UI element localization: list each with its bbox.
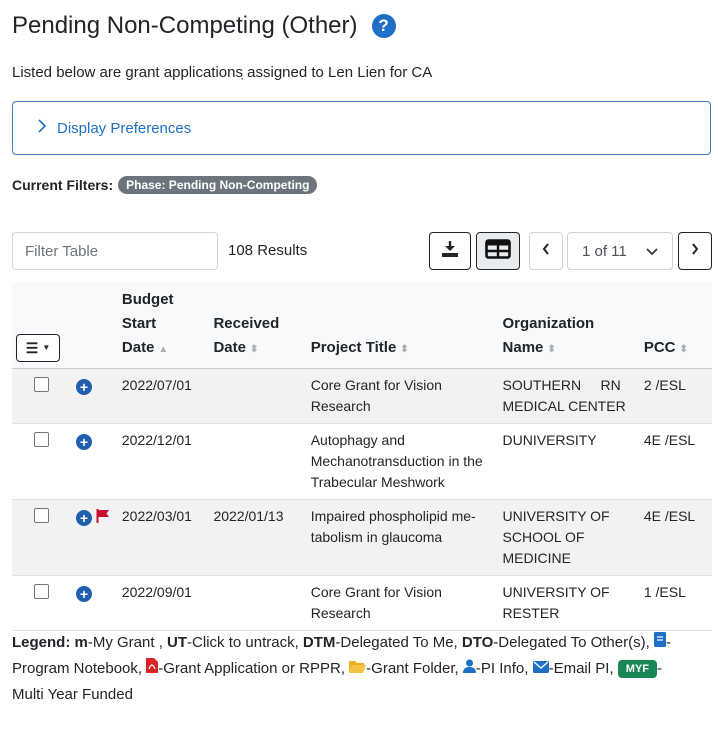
project-title: Autophagy and Mechanotransduction in the T… — [304, 423, 497, 500]
sort-icon: ⬍ — [679, 344, 688, 355]
budget-start-date: 2022/12/01 — [115, 423, 208, 500]
chevron-right-icon — [37, 118, 47, 138]
received-date — [207, 575, 305, 631]
chevron-down-icon — [646, 243, 658, 260]
row-checkbox[interactable] — [34, 432, 49, 447]
row-checkbox[interactable] — [34, 508, 49, 523]
help-icon[interactable]: ? — [371, 14, 396, 38]
project-title: Core Grant for Vision Research — [304, 368, 497, 424]
notebook-icon — [653, 630, 666, 656]
header-received-date[interactable]: Received Date ⬍ — [207, 282, 305, 369]
expand-row-icon[interactable]: + — [76, 510, 92, 526]
project-title: Core Grant for Vision Research — [304, 575, 497, 631]
received-date — [207, 368, 305, 424]
current-filters: Current Filters: Phase: Pending Non-Comp… — [12, 176, 318, 194]
header-project-title[interactable]: Project Title ⬍ — [304, 282, 497, 369]
display-preferences-toggle[interactable]: Display Preferences — [12, 101, 711, 155]
download-icon — [441, 240, 459, 263]
budget-start-date: 2022/09/01 — [115, 575, 208, 631]
current-filters-label: Current Filters: — [12, 177, 114, 193]
pcc: 4E /ESL — [637, 499, 712, 576]
page-title: Pending Non-Competing (Other) — [12, 12, 358, 39]
organization-name: UNIVERSITY OF SCHOOL OF MEDICINE — [496, 499, 638, 576]
table-grid-icon — [485, 238, 511, 264]
flag-icon — [96, 509, 110, 526]
filter-table-input[interactable] — [12, 232, 218, 270]
expand-header — [66, 282, 116, 369]
page-select[interactable]: 1 of 11 — [567, 232, 673, 270]
project-title: Impaired phospholipid me-tabolism in gla… — [304, 499, 497, 576]
header-budget-start-date[interactable]: Budget Start Date ▲ — [115, 282, 208, 369]
column-menu-header: ☰ ▼ — [12, 282, 66, 369]
pcc: 4E /ESL — [637, 423, 712, 500]
expand-row-icon[interactable]: + — [76, 586, 92, 602]
person-icon — [462, 656, 476, 682]
table-header-row: ☰ ▼ Budget Start Date ▲ Received Date ⬍ Pr… — [12, 282, 712, 369]
header-organization-name[interactable]: Organization Name ⬍ — [496, 282, 638, 369]
page-header: Pending Non-Competing (Other) ? — [12, 12, 396, 40]
chevron-right-icon — [691, 242, 699, 260]
email-icon — [532, 656, 549, 682]
folder-icon — [349, 656, 367, 682]
expand-row-icon[interactable]: + — [76, 434, 92, 450]
legend: Legend: m-My Grant , UT-Click to untrack… — [12, 630, 712, 708]
organization-name: DUNIVERSITY — [496, 423, 638, 500]
pcc: 1 /ESL — [637, 575, 712, 631]
organization-name: UNIVERSITY OF RESTER — [496, 575, 638, 631]
pdf-icon — [146, 656, 159, 682]
grants-table: ☰ ▼ Budget Start Date ▲ Received Date ⬍ Pr… — [12, 282, 712, 631]
filter-badge: Phase: Pending Non-Competing — [118, 176, 318, 194]
received-date — [207, 423, 305, 500]
column-layout-button[interactable] — [476, 232, 520, 270]
received-date: 2022/01/13 — [207, 499, 305, 576]
row-checkbox[interactable] — [34, 377, 49, 392]
chevron-left-icon — [542, 242, 550, 260]
page-subtitle: Listed below are grant applications ̣ass… — [12, 64, 433, 81]
header-pcc[interactable]: PCC ⬍ — [637, 282, 712, 369]
expand-row-icon[interactable]: + — [76, 379, 92, 395]
sort-icon: ▲ — [158, 344, 169, 355]
organization-name: SOUTHERN RN MEDICAL CENTER — [496, 368, 638, 424]
table-row: +2022/12/01 Autophagy and Mechanotransduct… — [12, 423, 712, 500]
table-row: +2022/09/01 Core Grant for Vision Research… — [12, 575, 712, 631]
caret-down-icon: ▼ — [42, 343, 51, 352]
previous-page-button[interactable] — [529, 232, 563, 270]
budget-start-date: 2022/07/01 — [115, 368, 208, 424]
row-checkbox[interactable] — [34, 584, 49, 599]
pcc: 2 /ESL — [637, 368, 712, 424]
page-select-value: 1 of 11 — [582, 242, 627, 260]
sort-icon: ⬍ — [547, 344, 556, 355]
results-count: 108 Results — [228, 242, 308, 259]
myf-badge: MYF — [617, 660, 658, 679]
download-button[interactable] — [429, 232, 471, 270]
table-row: + 2022/03/01 2022/01/13 Impaired phospholi… — [12, 499, 712, 576]
budget-start-date: 2022/03/01 — [115, 499, 208, 576]
column-menu-button[interactable]: ☰ ▼ — [16, 334, 60, 362]
display-preferences-label: Display Preferences — [57, 119, 192, 137]
sort-icon: ⬍ — [400, 344, 409, 355]
table-row: +2022/07/01 Core Grant for Vision Research… — [12, 368, 712, 424]
sort-icon: ⬍ — [249, 344, 259, 355]
next-page-button[interactable] — [678, 232, 712, 270]
list-icon: ☰ — [25, 340, 39, 356]
